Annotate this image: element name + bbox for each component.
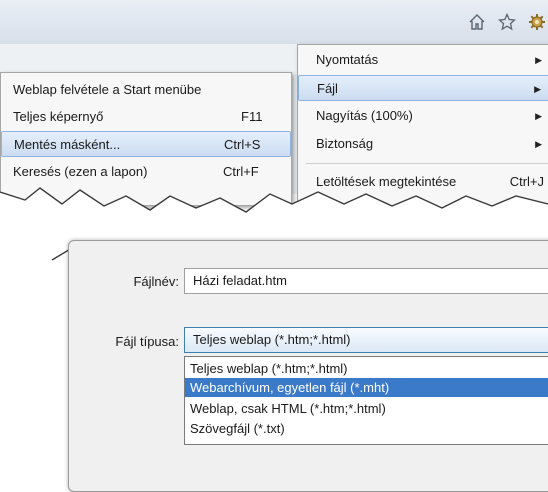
filetype-options-list: Teljes weblap (*.htm;*.html) Webarchívum… <box>184 356 548 445</box>
filetype-option[interactable]: Webarchívum, egyetlen fájl (*.mht) <box>185 378 548 397</box>
filetype-option[interactable]: Szövegfájl (*.txt) <box>185 419 548 438</box>
menu-item-label: Fájl <box>317 81 338 96</box>
filetype-label: Fájl típusa: <box>115 334 179 349</box>
submenu-arrow-icon: ▶ <box>535 55 542 65</box>
submenu-arrow-icon: ▶ <box>534 84 541 94</box>
filename-field[interactable]: Házi feladat.htm <box>184 268 548 294</box>
menu-item-add-to-start[interactable]: Weblap felvétele a Start menübe <box>1 77 291 103</box>
star-icon[interactable] <box>496 11 518 33</box>
menu-item-file[interactable]: Fájl ▶ <box>298 75 548 101</box>
filetype-option[interactable]: Weblap, csak HTML (*.htm;*.html) <box>185 399 548 418</box>
filetype-option[interactable]: Teljes weblap (*.htm;*.html) <box>185 359 548 378</box>
menu-item-security[interactable]: Biztonság ▶ <box>298 131 548 157</box>
filetype-dropdown[interactable]: Teljes weblap (*.htm;*.html) <box>184 327 548 353</box>
menu-item-shortcut: Ctrl+S <box>224 137 261 152</box>
save-as-dialog: Fájlnév: Házi feladat.htm Fájl típusa: T… <box>68 240 548 492</box>
filename-label: Fájlnév: <box>133 274 179 289</box>
menu-item-fullscreen[interactable]: Teljes képernyő F11 <box>1 104 291 130</box>
menu-item-label: Weblap felvétele a Start menübe <box>13 82 202 97</box>
menu-item-label: Teljes képernyő <box>13 109 104 124</box>
menu-item-label: Nagyítás (100%) <box>316 108 413 123</box>
menu-item-label: Nyomtatás <box>316 52 379 67</box>
toolbar-icons <box>466 10 548 34</box>
submenu-arrow-icon: ▶ <box>535 139 542 149</box>
menu-item-print[interactable]: Nyomtatás ▶ <box>298 47 548 73</box>
gear-icon[interactable] <box>526 11 548 33</box>
submenu-arrow-icon: ▶ <box>535 111 542 121</box>
menu-item-label: Mentés másként... <box>14 137 121 152</box>
menu-item-zoom[interactable]: Nagyítás (100%) ▶ <box>298 103 548 129</box>
menu-item-save-as[interactable]: Mentés másként... Ctrl+S <box>1 131 291 157</box>
menu-item-label: Biztonság <box>316 136 374 151</box>
home-icon[interactable] <box>466 11 488 33</box>
menu-item-shortcut: F11 <box>241 109 263 124</box>
menu-separator <box>306 163 548 164</box>
